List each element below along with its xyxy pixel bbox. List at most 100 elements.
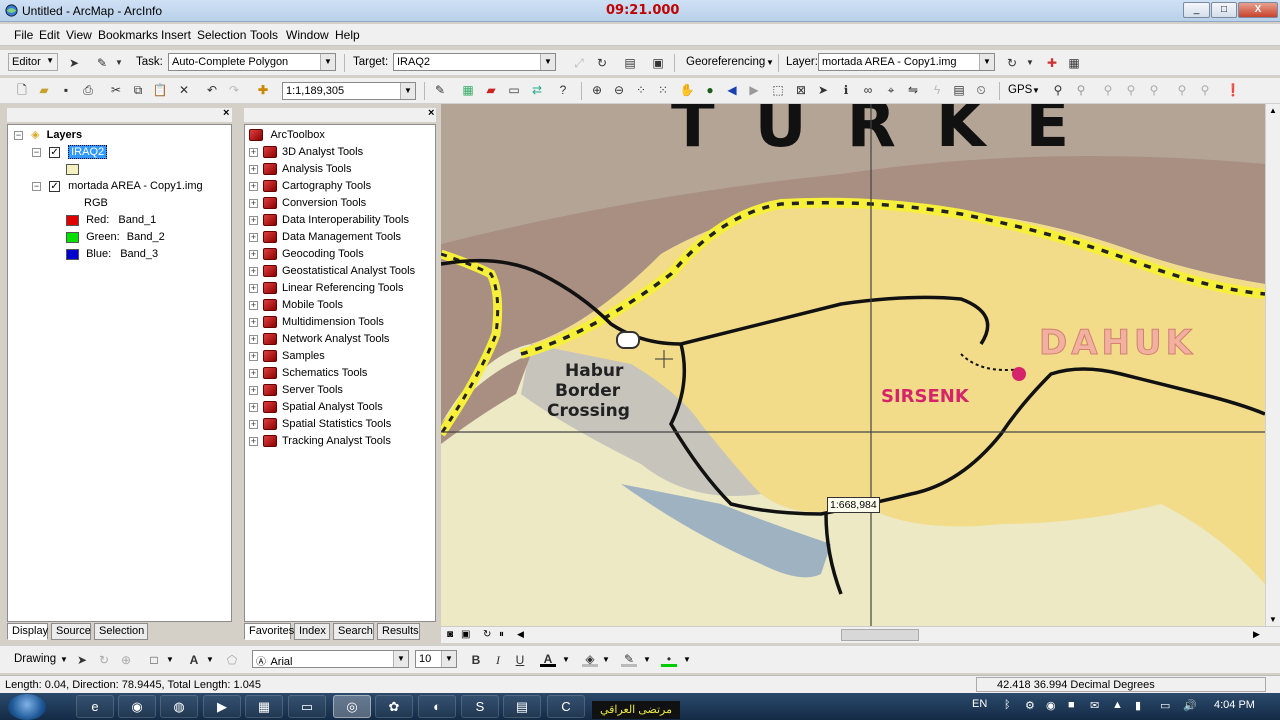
- attributes-icon[interactable]: ▤: [622, 55, 638, 71]
- map-vertical-scrollbar[interactable]: ▲ ▼: [1265, 104, 1280, 626]
- expand-icon[interactable]: +: [249, 198, 258, 208]
- pause-drawing-icon[interactable]: ⏸: [499, 629, 504, 640]
- chevron-down-icon[interactable]: ▼: [602, 655, 610, 664]
- hyperlink-icon[interactable]: ϟ: [929, 82, 945, 98]
- tab-source[interactable]: Source: [51, 623, 91, 640]
- georeferencing-menu[interactable]: Georeferencing: [686, 56, 765, 68]
- tab-display[interactable]: Display: [7, 623, 48, 640]
- taskbar-skype-icon[interactable]: S: [461, 695, 499, 718]
- close-button[interactable]: X: [1238, 2, 1278, 18]
- select-elements-arrow-icon[interactable]: ➤: [815, 82, 831, 98]
- fixed-zoom-in-icon[interactable]: ⁘: [633, 82, 649, 98]
- gps-tool-icon[interactable]: ⚲: [1146, 82, 1162, 98]
- marker-color-icon[interactable]: •: [661, 651, 677, 667]
- gps-tool-icon[interactable]: ⚲: [1100, 82, 1116, 98]
- toolbox-item[interactable]: + Geocoding Tools: [249, 246, 364, 262]
- rotate-tool-icon[interactable]: ↻: [594, 55, 610, 71]
- link-table-icon[interactable]: ▦: [1066, 55, 1082, 71]
- battery-icon[interactable]: ▭: [1160, 699, 1170, 712]
- menu-view[interactable]: View: [66, 28, 92, 42]
- taskbar-app-icon[interactable]: ▤: [503, 695, 541, 718]
- expand-icon[interactable]: +: [249, 419, 258, 429]
- toolbox-item[interactable]: +3D Analyst Tools: [249, 144, 363, 160]
- toolbox-item[interactable]: + Analysis Tools: [249, 161, 352, 177]
- layout-view-icon[interactable]: ▣: [461, 629, 470, 640]
- taskbar-calculator-icon[interactable]: ▦: [245, 695, 283, 718]
- taskbar-media-icon[interactable]: ▶: [203, 695, 241, 718]
- undo-icon[interactable]: ↶: [204, 82, 220, 98]
- map-canvas[interactable]: TURKE DAHUK SIRSENK Habur Border Crossin…: [441, 104, 1265, 626]
- taskbar-ie-icon[interactable]: e: [76, 695, 114, 718]
- font-name-dropdown[interactable]: Ⓐ Arial ▼: [252, 650, 409, 668]
- scroll-down-icon[interactable]: ▼: [1269, 615, 1277, 624]
- arctoolbox-root[interactable]: ArcToolbox: [249, 127, 325, 143]
- drawing-menu[interactable]: Drawing: [14, 653, 56, 665]
- data-view-icon[interactable]: ◙: [447, 629, 453, 640]
- model-builder-icon[interactable]: ⇄: [529, 82, 545, 98]
- editor-menu-button[interactable]: Editor ▼: [8, 53, 58, 71]
- toolbox-item[interactable]: + Data Management Tools: [249, 229, 401, 245]
- map-scale-dropdown[interactable]: 1:1,189,305 ▼: [282, 82, 416, 100]
- band-row-green[interactable]: Green: Band_2: [66, 229, 165, 245]
- copy-icon[interactable]: ⧉: [130, 82, 146, 98]
- layer-visibility-checkbox[interactable]: ✓: [49, 146, 61, 158]
- tray-icon[interactable]: ✉: [1090, 699, 1099, 712]
- open-folder-icon[interactable]: ▰: [36, 82, 52, 98]
- expand-icon[interactable]: +: [249, 147, 258, 157]
- expand-icon[interactable]: +: [249, 351, 258, 361]
- menu-bookmarks[interactable]: Bookmarks: [98, 28, 158, 42]
- rotate-georef-icon[interactable]: ↻: [1004, 55, 1020, 71]
- table-of-contents-icon[interactable]: ▦: [460, 82, 476, 98]
- network-icon[interactable]: ▮: [1135, 699, 1141, 712]
- arctoolbox-icon[interactable]: ▰: [483, 82, 499, 98]
- toolbox-item[interactable]: + Tracking Analyst Tools: [249, 433, 391, 449]
- select-elements-arrow-icon[interactable]: ➤: [74, 652, 90, 668]
- measure-icon[interactable]: ⇋: [905, 82, 921, 98]
- volume-icon[interactable]: 🔊: [1183, 699, 1197, 712]
- map-horizontal-scrollbar[interactable]: ◙ ▣ ↻ ⏸ ◀ ▶: [441, 626, 1280, 643]
- back-extent-icon[interactable]: ◀: [724, 82, 740, 98]
- layer-symbol[interactable]: [66, 161, 83, 177]
- taskbar-arcmap-icon[interactable]: ◎: [333, 695, 371, 718]
- redo-icon[interactable]: ↷: [226, 82, 242, 98]
- toolbox-item[interactable]: + Spatial Statistics Tools: [249, 416, 391, 432]
- expand-icon[interactable]: +: [249, 283, 258, 293]
- band-row-blue[interactable]: Blue: Band_3: [66, 246, 158, 262]
- toolbox-close-icon[interactable]: ×: [428, 107, 434, 119]
- edit-vertices-icon[interactable]: ⬠: [224, 652, 240, 668]
- start-button[interactable]: [8, 694, 46, 720]
- layers-root[interactable]: − ◈ Layers: [14, 127, 82, 143]
- command-line-icon[interactable]: ▭: [506, 82, 522, 98]
- text-tool-icon[interactable]: A: [186, 652, 202, 668]
- toc-close-icon[interactable]: ×: [223, 107, 229, 119]
- chevron-down-icon[interactable]: ▼: [683, 655, 691, 664]
- tab-index[interactable]: Index: [294, 623, 330, 640]
- toolbox-item[interactable]: + Spatial Analyst Tools: [249, 399, 383, 415]
- add-data-icon[interactable]: ✚: [255, 82, 271, 98]
- expand-icon[interactable]: +: [249, 300, 258, 310]
- toolbox-item[interactable]: + Mobile Tools: [249, 297, 343, 313]
- taskbar-app-icon[interactable]: ◐: [418, 695, 456, 718]
- expand-icon[interactable]: +: [249, 266, 258, 276]
- html-popup-icon[interactable]: ▤: [951, 82, 967, 98]
- cut-icon[interactable]: ✂: [108, 82, 124, 98]
- language-indicator[interactable]: EN: [972, 698, 987, 710]
- scroll-right-icon[interactable]: ▶: [1253, 629, 1260, 640]
- expand-icon[interactable]: +: [249, 164, 258, 174]
- new-document-icon[interactable]: 🗋: [14, 82, 30, 98]
- expand-icon[interactable]: +: [249, 249, 258, 259]
- find-binoculars-icon[interactable]: ∞: [860, 82, 876, 98]
- zoom-out-icon[interactable]: ⊖: [611, 82, 627, 98]
- italic-button[interactable]: I: [490, 652, 506, 668]
- go-to-xy-icon[interactable]: ⌖: [883, 82, 899, 98]
- zoom-in-icon[interactable]: ⊕: [589, 82, 605, 98]
- sketch-pencil-icon[interactable]: ✎: [94, 55, 110, 71]
- chevron-down-icon[interactable]: ▼: [1022, 55, 1038, 71]
- menu-tools[interactable]: Tools: [250, 28, 278, 42]
- expand-icon[interactable]: +: [249, 215, 258, 225]
- time-slider-icon[interactable]: ⏲: [973, 82, 989, 98]
- taskbar-explorer-icon[interactable]: ▭: [288, 695, 326, 718]
- menu-edit[interactable]: Edit: [39, 28, 60, 42]
- toolbox-item[interactable]: + Network Analyst Tools: [249, 331, 389, 347]
- font-color-button[interactable]: A: [540, 651, 556, 667]
